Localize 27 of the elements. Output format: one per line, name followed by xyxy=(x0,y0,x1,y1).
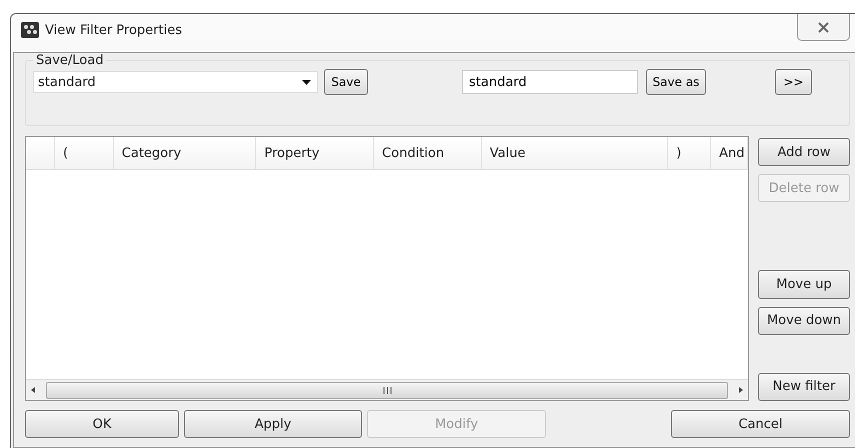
side-button[interactable]: Move down xyxy=(758,306,850,335)
column-header[interactable]: Category xyxy=(114,137,256,169)
column-header[interactable]: Condition xyxy=(374,137,482,169)
column-header[interactable]: Property xyxy=(256,137,374,169)
close-button[interactable] xyxy=(797,14,850,41)
group-label: Save/Load xyxy=(35,53,104,68)
column-header[interactable]: ) xyxy=(668,137,712,169)
filter-dropdown[interactable]: standard xyxy=(33,71,318,93)
grip-icon xyxy=(382,386,392,394)
window-title: View Filter Properties xyxy=(45,23,182,38)
dialog-button[interactable]: Cancel xyxy=(671,410,850,438)
close-icon xyxy=(818,22,829,32)
dropdown-caret-icon xyxy=(302,80,311,84)
save-as-button[interactable]: Save as xyxy=(646,69,706,95)
side-button[interactable]: Move up xyxy=(758,270,850,299)
column-header[interactable]: And xyxy=(711,137,748,169)
column-header[interactable]: ( xyxy=(54,137,114,169)
side-button[interactable]: Add row xyxy=(758,138,850,166)
side-button[interactable]: New filter xyxy=(758,372,850,402)
dialog-button[interactable]: OK xyxy=(25,410,179,438)
column-header[interactable]: Value xyxy=(482,137,668,169)
dialog-button[interactable]: Apply xyxy=(184,410,362,438)
expand-button[interactable]: >> xyxy=(775,69,812,95)
save-button[interactable]: Save xyxy=(324,69,368,95)
horizontal-scrollbar[interactable] xyxy=(26,379,748,400)
app-icon xyxy=(21,22,39,38)
name-field[interactable]: standard xyxy=(462,70,638,94)
